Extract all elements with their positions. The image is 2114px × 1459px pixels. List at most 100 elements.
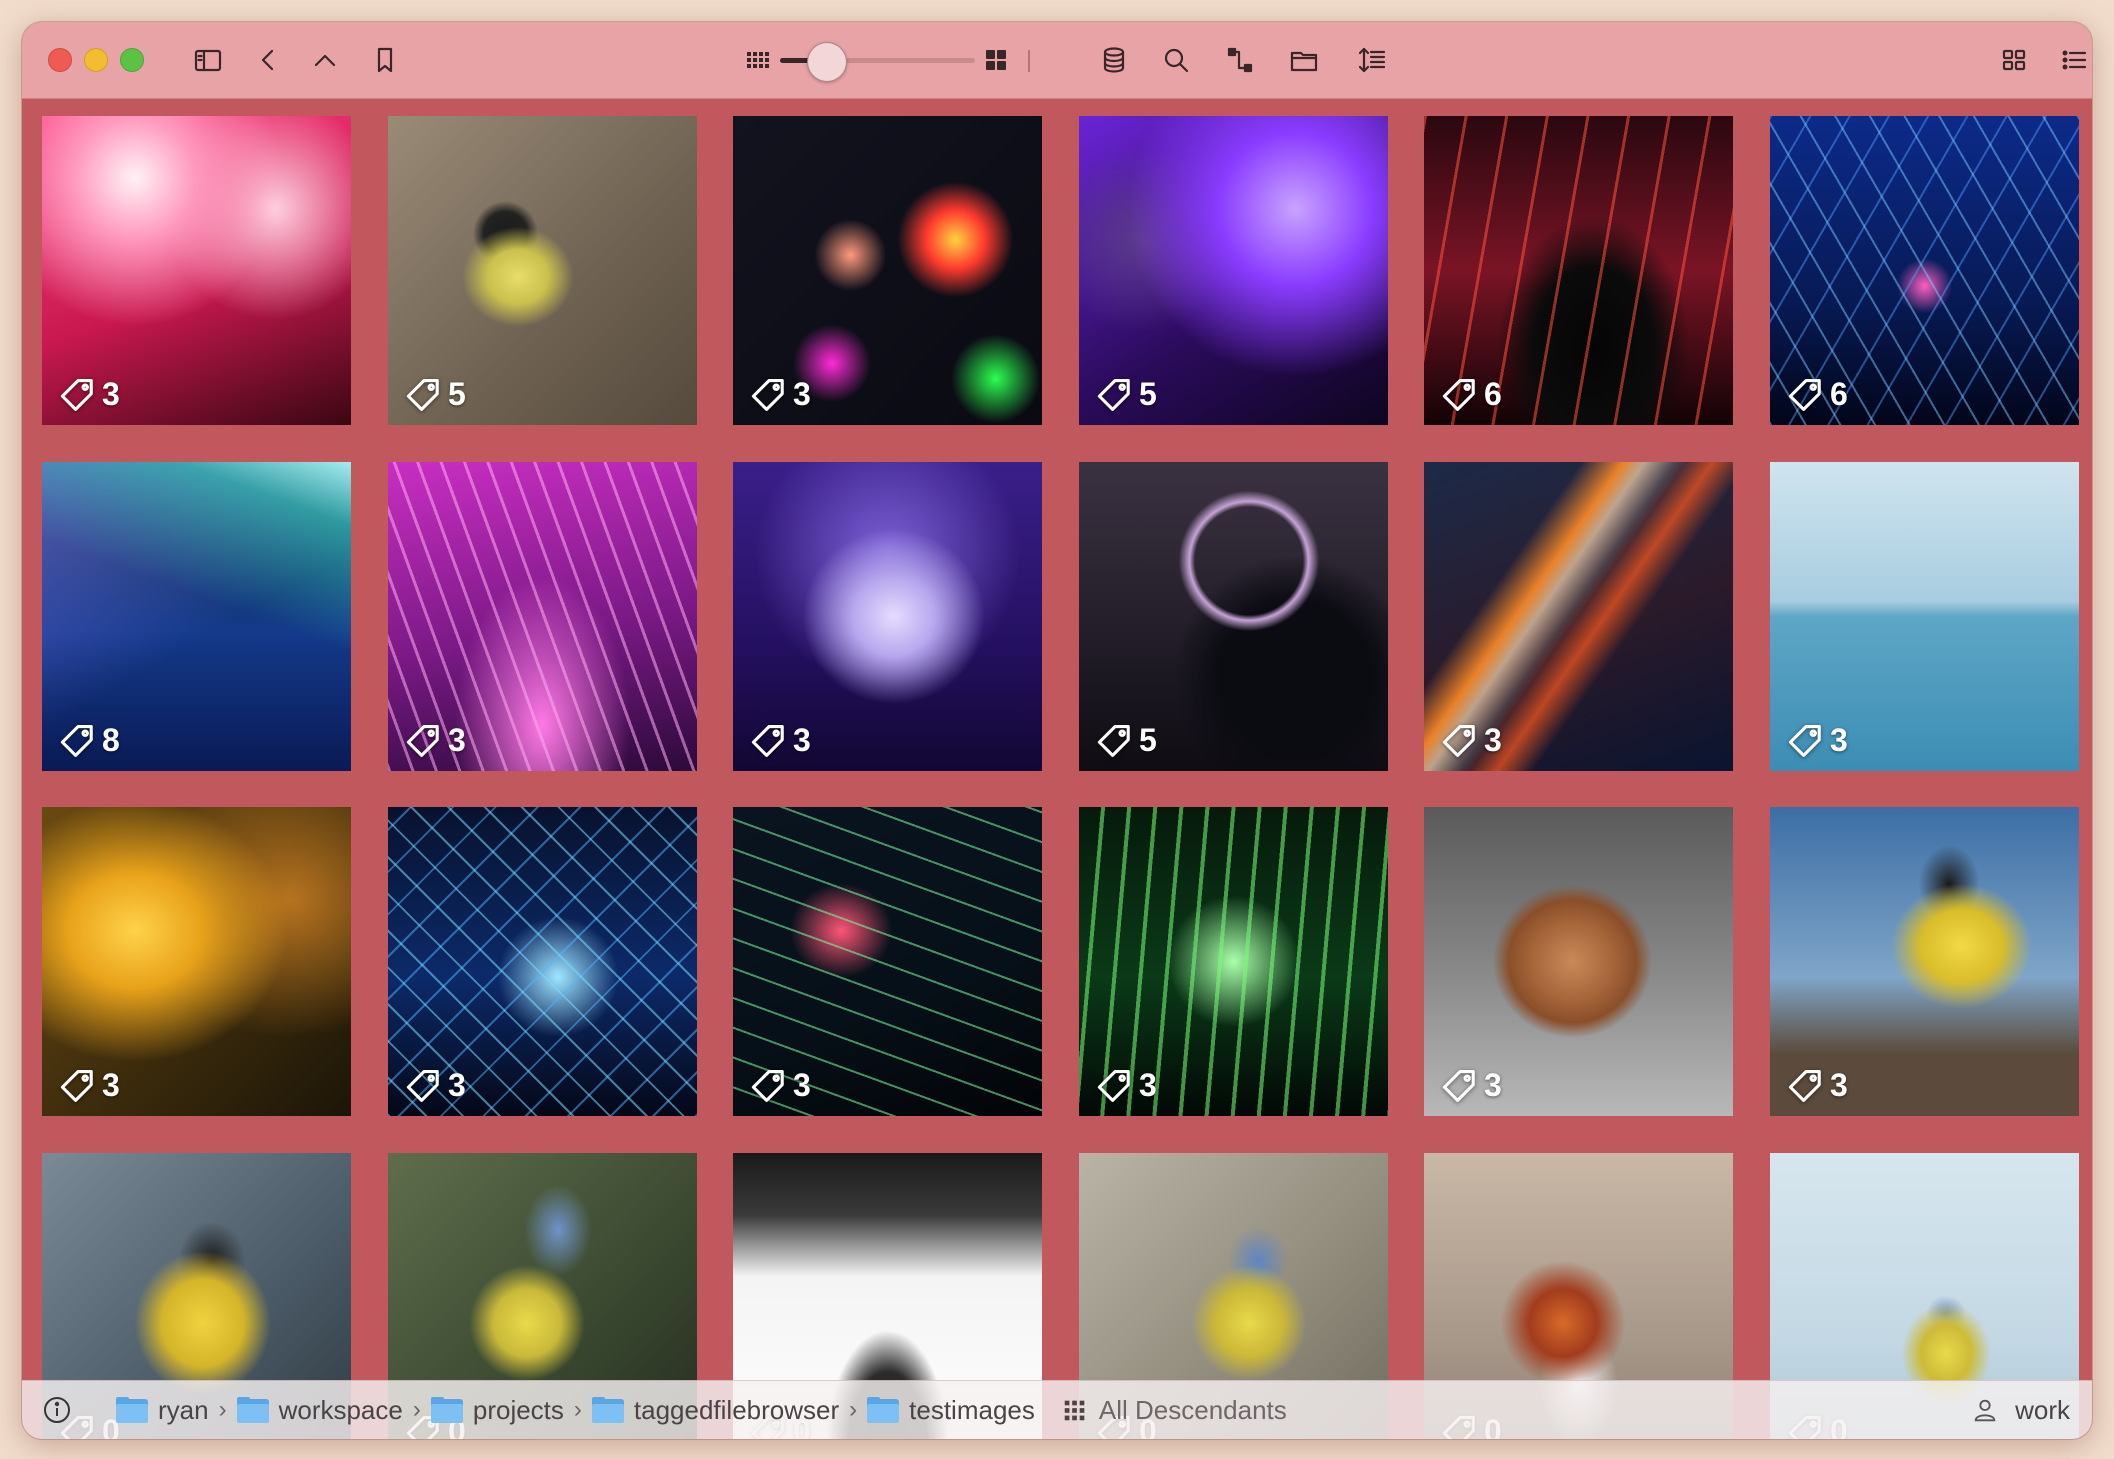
tag-count: 3 [793, 1067, 811, 1103]
tag-count: 6 [1484, 376, 1502, 412]
tag-count-badge: 3 [1788, 1067, 1848, 1104]
search-icon[interactable] [1156, 40, 1196, 80]
image-tile-sea-paddleboard[interactable]: 3 [1770, 462, 2079, 771]
toolbar-separator [1028, 50, 1030, 72]
path-icon[interactable] [1220, 40, 1260, 80]
breadcrumb-item-workspace[interactable]: workspace [236, 1395, 403, 1426]
zoom-button[interactable] [120, 48, 144, 72]
tag-icon [1097, 378, 1130, 411]
database-icon[interactable] [1094, 40, 1134, 80]
tag-icon [751, 724, 784, 757]
image-tile-great-tit-on-branch[interactable]: 5 [388, 116, 697, 425]
folder-icon [430, 1397, 463, 1423]
image-tile-stage-light-beams[interactable]: 8 [42, 462, 351, 771]
breadcrumb-label: ryan [158, 1394, 209, 1425]
tag-count: 6 [1830, 376, 1848, 412]
image-tile-chow-chow-dog[interactable]: 3 [1424, 807, 1733, 1116]
tag-count-badge: 3 [751, 1067, 811, 1104]
list-view-icon[interactable] [2054, 40, 2092, 80]
tag-count: 5 [1139, 722, 1157, 758]
image-tile-autumn-leaves[interactable]: 3 [42, 807, 351, 1116]
main-window: 353566833533333333000000 ryan › workspac… [22, 22, 2092, 1439]
grid-view-icon[interactable] [1994, 40, 2034, 80]
breadcrumb-item-testimages[interactable]: testimages [867, 1395, 1035, 1426]
tag-count: 3 [448, 722, 466, 758]
minimize-button[interactable] [84, 48, 108, 72]
tag-icon [1788, 378, 1821, 411]
sidebar-icon[interactable] [188, 40, 228, 80]
tag-icon [1442, 724, 1475, 757]
home-folder-icon [116, 1397, 148, 1423]
tag-count: 3 [1484, 722, 1502, 758]
tag-icon [751, 1069, 784, 1102]
small-grid-icon[interactable] [738, 40, 778, 80]
image-tile-green-beams[interactable]: 3 [1079, 807, 1388, 1116]
tag-count-badge: 8 [60, 722, 120, 759]
zoom-slider-knob[interactable] [807, 42, 847, 82]
chevron-right-icon: › [412, 1396, 421, 1423]
status-bar: ryan › workspace › projects › taggedfile… [22, 1380, 2092, 1439]
breadcrumb-item-taggedfilebrowser[interactable]: taggedfilebrowser [591, 1394, 840, 1426]
bookmark-icon[interactable] [365, 40, 405, 80]
tag-count: 3 [102, 376, 120, 412]
image-tile-concert-pink-lights[interactable]: 3 [42, 116, 351, 425]
image-tile-dark-ring-figures[interactable]: 5 [1079, 462, 1388, 771]
tag-icon [406, 724, 439, 757]
folder-icon[interactable] [1284, 40, 1324, 80]
breadcrumb-item-ryan[interactable]: ryan [116, 1395, 209, 1426]
tag-count-badge: 3 [1442, 722, 1502, 759]
tag-icon [60, 1069, 93, 1102]
image-tile-dj-red-stage[interactable]: 6 [1424, 116, 1733, 425]
traffic-lights [48, 48, 144, 72]
tag-icon [406, 1069, 439, 1102]
image-tile-green-light-streaks[interactable]: 3 [733, 807, 1042, 1116]
tag-count: 3 [448, 1067, 466, 1103]
breadcrumb-label: projects [472, 1394, 564, 1425]
large-grid-icon[interactable] [976, 40, 1016, 80]
tag-count-badge: 3 [406, 1067, 466, 1104]
scope-selector[interactable]: All Descendants [1061, 1395, 1287, 1426]
breadcrumb-item-projects[interactable]: projects [430, 1394, 564, 1426]
image-tile-city-night-aerial[interactable]: 3 [1424, 462, 1733, 771]
folder-icon [591, 1397, 624, 1423]
info-icon[interactable] [42, 1395, 72, 1425]
image-tile-dj-purple-studio[interactable]: 5 [1079, 116, 1388, 425]
tag-count: 3 [102, 1067, 120, 1103]
image-tile-blue-lasers[interactable]: 3 [388, 807, 697, 1116]
image-tile-blue-lasers-crowd[interactable]: 6 [1770, 116, 2079, 425]
tag-icon [60, 724, 93, 757]
folder-icon [867, 1397, 900, 1423]
back-chevron-icon[interactable] [248, 40, 288, 80]
up-chevron-icon[interactable] [305, 40, 345, 80]
tag-icon [406, 378, 439, 411]
tag-count: 8 [102, 722, 120, 758]
breadcrumb: ryan › workspace › projects › taggedfile… [116, 1395, 1287, 1426]
tag-count-badge: 6 [1442, 376, 1502, 413]
chevron-right-icon: › [849, 1396, 858, 1423]
chevron-right-icon: › [573, 1396, 582, 1423]
tag-icon [1097, 1069, 1130, 1102]
tag-count: 5 [1139, 376, 1157, 412]
tag-icon [60, 378, 93, 411]
tag-icon [1097, 724, 1130, 757]
image-tile-sculpture-purple[interactable]: 3 [733, 462, 1042, 771]
sort-icon[interactable] [1352, 40, 1392, 80]
tag-count-badge: 5 [406, 376, 466, 413]
tag-icon [1788, 724, 1821, 757]
folder-icon [236, 1397, 269, 1423]
close-button[interactable] [48, 48, 72, 72]
breadcrumb-label: testimages [909, 1394, 1035, 1425]
tag-count: 3 [1484, 1067, 1502, 1103]
tag-count-badge: 3 [1788, 722, 1848, 759]
tag-icon [1788, 1069, 1821, 1102]
tag-count: 3 [1830, 722, 1848, 758]
tag-count: 3 [793, 722, 811, 758]
image-tile-great-tit-log[interactable]: 3 [1770, 807, 2079, 1116]
workspace-label: work [2015, 1394, 2070, 1425]
scope-label: All Descendants [1098, 1394, 1287, 1425]
image-tile-pink-stage-lights[interactable]: 3 [388, 462, 697, 771]
breadcrumb-label: taggedfilebrowser [633, 1394, 840, 1425]
image-tile-neon-signs[interactable]: 3 [733, 116, 1042, 425]
tag-count: 3 [1139, 1067, 1157, 1103]
workspace-selector[interactable]: work [1971, 1395, 2070, 1426]
